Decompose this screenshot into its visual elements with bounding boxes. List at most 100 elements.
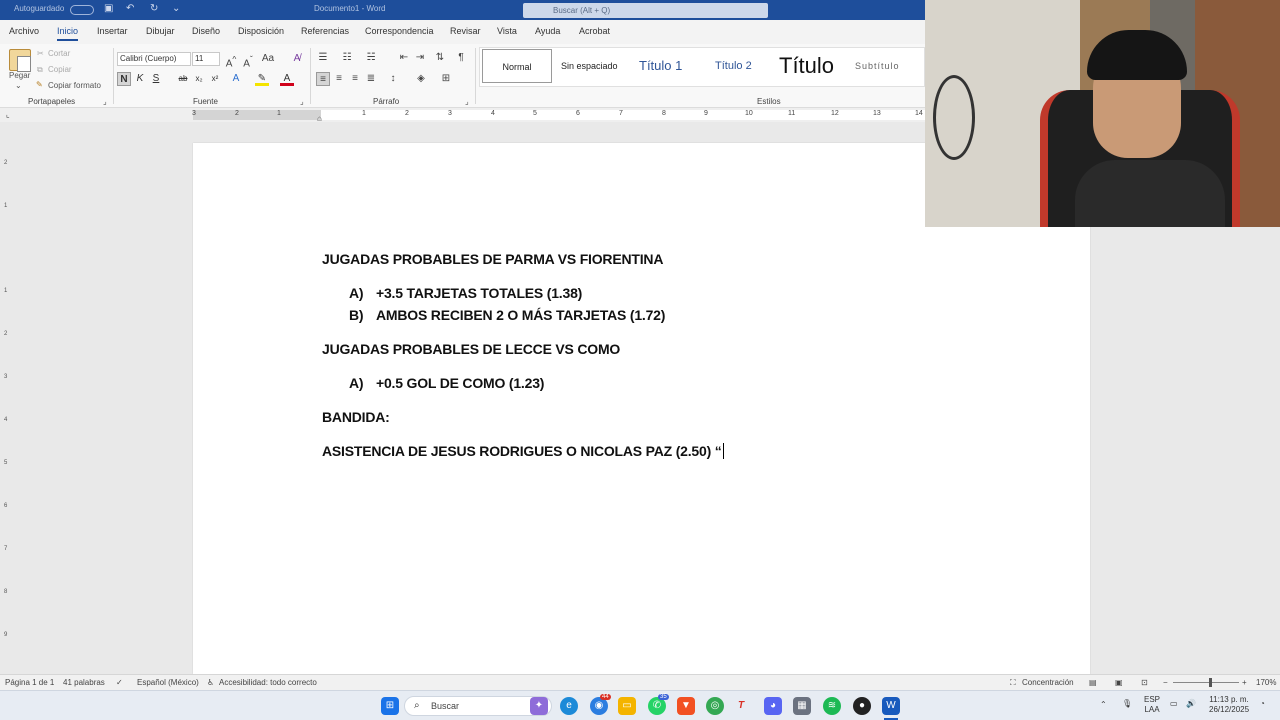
sort-icon[interactable]: ⇅ [433,51,447,65]
copy-button[interactable]: Copiar [48,65,72,74]
shading-icon[interactable]: ◈ [414,72,428,86]
tab-correspondencia[interactable]: Correspondencia [365,26,434,36]
file-explorer-icon[interactable]: ▭ [618,697,636,715]
increase-indent-icon[interactable]: ⇥ [413,51,427,65]
web-layout-icon[interactable]: ⊡ [1141,678,1148,687]
align-left-icon[interactable]: ≡ [316,72,330,86]
zoom-slider[interactable] [1173,682,1239,683]
tab-selector-icon[interactable]: ⌞ [6,110,10,119]
bullets-icon[interactable]: ☰ [316,51,330,65]
copilot-icon[interactable]: ✦ [530,697,548,715]
chevron-down-icon[interactable]: ⌄ [15,81,22,90]
multilevel-list-icon[interactable]: ☵ [364,51,378,65]
doc-heading-lecce[interactable]: JUGADAS PROBABLES DE LECCE VS COMO [322,341,620,357]
zoom-out-icon[interactable]: − [1163,678,1168,687]
font-color-icon[interactable]: A [280,72,294,86]
font-size-select[interactable]: 11 [192,52,220,66]
tab-archivo[interactable]: Archivo [9,26,39,36]
chevron-up-icon[interactable]: ⌃ [1100,700,1107,710]
cut-button[interactable]: Cortar [48,49,70,58]
font-family-select[interactable]: Calibri (Cuerpo) [117,52,191,66]
dialog-launcher-icon[interactable]: ⌟ [300,97,304,106]
redo-icon[interactable]: ↻ [150,4,160,14]
microphone-icon[interactable]: 🎙 [1122,699,1132,709]
grow-font-icon[interactable]: A^ [224,52,238,69]
change-case-icon[interactable]: Aa [261,52,275,66]
paste-button[interactable]: Pegar [9,71,30,80]
tab-dibujar[interactable]: Dibujar [146,26,175,36]
network-icon[interactable]: ▭ [1170,699,1178,709]
zoom-in-icon[interactable]: + [1242,678,1247,687]
style-normal[interactable]: Normal [482,49,552,83]
chrome-icon[interactable]: ◎ [706,697,724,715]
format-painter-button[interactable]: Copiar formato [48,81,101,90]
tab-disposicion[interactable]: Disposición [238,26,284,36]
accessibility-icon[interactable]: ♿ [207,678,214,687]
tab-referencias[interactable]: Referencias [301,26,349,36]
style-titulo[interactable]: Título [779,49,834,83]
strikethrough-button[interactable]: ab [176,72,190,86]
align-center-icon[interactable]: ≡ [332,72,346,86]
page-count[interactable]: Página 1 de 1 [5,678,54,687]
input-language[interactable]: ESP LAA [1144,695,1160,715]
tab-inicio[interactable]: Inicio [57,26,79,41]
tab-revisar[interactable]: Revisar [450,26,481,36]
align-right-icon[interactable]: ≡ [348,72,362,86]
spotify-icon[interactable]: ≋ [823,697,841,715]
accessibility-status[interactable]: Accesibilidad: todo correcto [219,678,317,687]
vertical-ruler[interactable]: 2 1 1 2 3 4 5 6 7 8 9 [3,140,12,670]
doc-heading-parma[interactable]: JUGADAS PROBABLES DE PARMA VS FIORENTINA [322,251,663,267]
windows-start-icon[interactable]: ⊞ [381,697,399,715]
bold-button[interactable]: N [117,72,131,86]
obs-icon[interactable]: ● [853,697,871,715]
edge-icon[interactable]: e [560,697,578,715]
chevron-down-icon[interactable]: ⌄ [172,4,182,14]
tab-diseno[interactable]: Diseño [192,26,220,36]
tab-insertar[interactable]: Insertar [97,26,128,36]
calculator-icon[interactable]: ▦ [793,697,811,715]
save-icon[interactable]: ▣ [104,4,114,14]
brave-icon[interactable]: ▼ [677,697,695,715]
borders-icon[interactable]: ⊞ [439,72,453,86]
horizontal-ruler[interactable]: ⌞ 3 2 1 1 2 3 4 5 6 7 8 9 10 11 12 13 14… [0,108,925,123]
zoom-level[interactable]: 170% [1256,678,1276,687]
clock[interactable]: 11:13 p. m. 26/12/2025 [1209,695,1249,715]
word-icon[interactable]: W [882,697,900,715]
search-input[interactable]: Buscar (Alt + Q) [523,3,768,18]
superscript-button[interactable]: x² [208,72,222,86]
doc-list-item[interactable]: A) +0.5 GOL DE COMO (1.23) [349,375,544,391]
text-effects-icon[interactable]: A [229,72,243,86]
undo-icon[interactable]: ↶ [126,4,136,14]
highlight-icon[interactable]: ✎ [255,72,269,86]
doc-heading-bandida[interactable]: BANDIDA: [322,409,390,425]
autosave-toggle[interactable] [70,5,94,15]
volume-icon[interactable]: 🔊 [1186,699,1196,709]
numbering-icon[interactable]: ☷ [340,51,354,65]
focus-button[interactable]: Concentración [1022,678,1074,687]
show-marks-icon[interactable]: ¶ [454,51,468,65]
style-subtitulo[interactable]: Subtítulo [855,49,900,83]
typora-icon[interactable]: T [732,697,750,715]
zoom-slider-thumb[interactable] [1209,678,1212,687]
line-spacing-icon[interactable]: ↕ [386,72,400,86]
justify-icon[interactable]: ≣ [364,72,378,86]
word-count[interactable]: 41 palabras [63,678,105,687]
tab-vista[interactable]: Vista [497,26,517,36]
proofing-icon[interactable]: ✓ [116,678,123,687]
decrease-indent-icon[interactable]: ⇤ [397,51,411,65]
underline-button[interactable]: S [149,72,163,86]
dialog-launcher-icon[interactable]: ⌟ [465,97,469,106]
subscript-button[interactable]: x₂ [192,72,206,86]
tab-ayuda[interactable]: Ayuda [535,26,560,36]
clear-format-icon[interactable]: A̸ [290,52,304,66]
style-titulo-2[interactable]: Título 2 [715,49,752,83]
discord-icon[interactable]: ◕ [764,697,782,715]
style-sin-espaciado[interactable]: Sin espaciado [561,49,618,83]
doc-list-item[interactable]: A) +3.5 TARJETAS TOTALES (1.38) [349,285,582,301]
style-titulo-1[interactable]: Título 1 [639,49,682,83]
shrink-font-icon[interactable]: Aˇ [241,52,255,69]
italic-button[interactable]: K [133,72,147,86]
dialog-launcher-icon[interactable]: ⌟ [103,97,107,106]
focus-icon[interactable]: ⛶ [1010,678,1016,688]
doc-list-item[interactable]: B) AMBOS RECIBEN 2 O MÁS TARJETAS (1.72) [349,307,665,323]
